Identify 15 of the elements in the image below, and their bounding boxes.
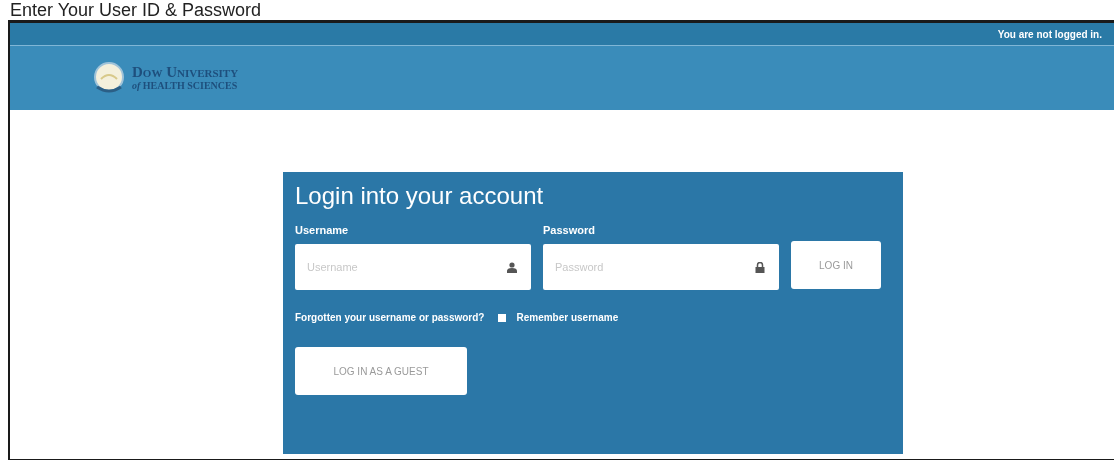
caption-text: Enter Your User ID & Password [9, 0, 263, 20]
field-label: Password [543, 224, 596, 236]
remember-checkbox[interactable] [498, 313, 507, 322]
remember-label: Remember username [516, 312, 619, 323]
user-icon [507, 262, 517, 273]
university-name: Dow University [132, 64, 239, 80]
university-subtitle: of HEALTH SCIENCES [132, 79, 239, 92]
login-title: Login into your account [295, 182, 545, 210]
login-button[interactable]: LOG IN [791, 241, 881, 289]
forgot-password-link[interactable]: Forgotten your username or password? [295, 312, 485, 323]
guest-login-button[interactable]: LOG IN AS A GUEST [295, 347, 467, 395]
field-label: Username [295, 224, 350, 236]
lock-icon [755, 262, 765, 273]
login-status-text: You are not logged in. [997, 28, 1102, 40]
crest-logo-icon [92, 61, 126, 95]
